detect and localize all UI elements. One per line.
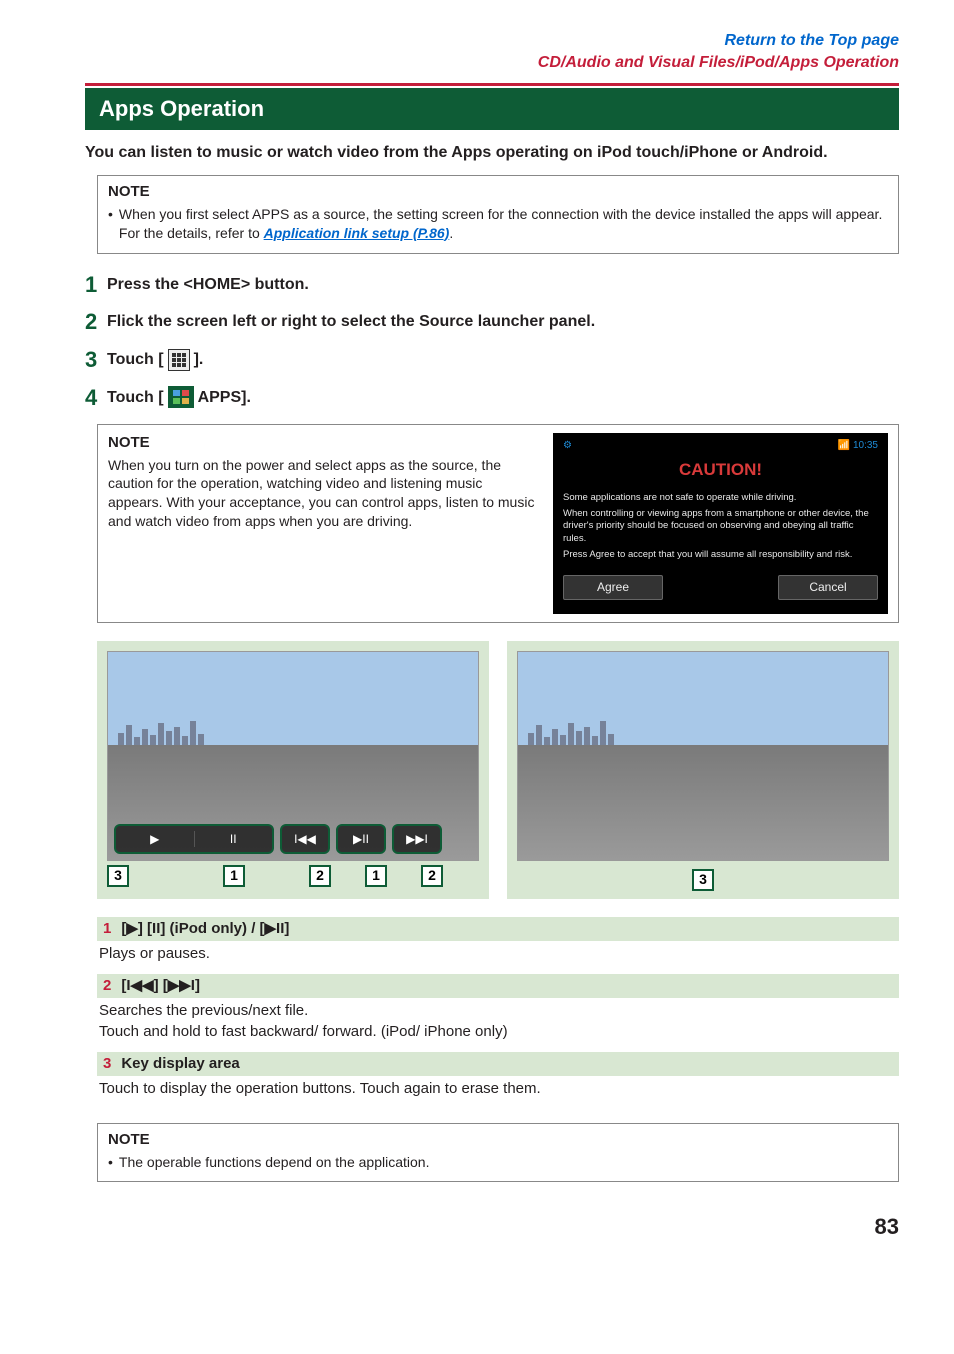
step-text-post: ].	[194, 349, 204, 371]
note-heading: NOTE	[108, 433, 539, 453]
cancel-button[interactable]: Cancel	[778, 575, 878, 599]
definitions: 1 [▶] [II] (iPod only) / [▶II] Plays or …	[97, 917, 899, 1110]
callout: 1	[223, 865, 245, 887]
breadcrumb: Return to the Top page CD/Audio and Visu…	[85, 30, 899, 73]
def-label: Key display area	[121, 1054, 239, 1074]
step-num: 2	[85, 307, 107, 337]
step-num: 3	[85, 345, 107, 375]
next-button[interactable]: ▶▶I	[392, 824, 442, 854]
step-num: 1	[85, 270, 107, 300]
step-text-pre: Touch [	[107, 349, 164, 371]
step-2: 2 Flick the screen left or right to sele…	[85, 307, 899, 337]
caution-line: Some applications are not safe to operat…	[563, 492, 878, 504]
def-body: Plays or pauses.	[97, 944, 899, 974]
grid-icon	[168, 349, 190, 371]
app-link-setup-link[interactable]: Application link setup (P.86)	[264, 225, 450, 241]
header-rule	[85, 83, 899, 86]
note1-body-post: .	[449, 225, 453, 241]
agree-button[interactable]: Agree	[563, 575, 663, 599]
caution-screenshot: ⚙ 📶 10:35 CAUTION! Some applications are…	[553, 433, 888, 613]
note1-body-pre: When you first select APPS as a source, …	[119, 206, 882, 241]
caution-line: Press Agree to accept that you will assu…	[563, 549, 878, 561]
note-heading: NOTE	[108, 1130, 888, 1150]
prev-button[interactable]: I◀◀	[280, 824, 330, 854]
intro-text: You can listen to music or watch video f…	[85, 142, 899, 164]
def-body: Searches the previous/next file. Touch a…	[97, 1001, 899, 1052]
section-path: CD/Audio and Visual Files/iPod/Apps Oper…	[538, 54, 899, 71]
callout: 3	[692, 869, 714, 891]
play-pause-split-button[interactable]: ▶ II	[114, 824, 274, 854]
play-icon: ▶	[116, 831, 194, 847]
play-pause-button[interactable]: ▶II	[336, 824, 386, 854]
step-text: Press the <HOME> button.	[107, 274, 309, 296]
callout: 2	[309, 865, 331, 887]
callout: 1	[365, 865, 387, 887]
step-text: Flick the screen left or right to select…	[107, 311, 595, 333]
def-num: 1	[103, 919, 111, 939]
step-1: 1 Press the <HOME> button.	[85, 270, 899, 300]
figure-row: ▶ II I◀◀ ▶II ▶▶I 3 1 2	[97, 641, 899, 899]
figure-left: ▶ II I◀◀ ▶II ▶▶I 3 1 2	[97, 641, 489, 899]
def-head-1: 1 [▶] [II] (iPod only) / [▶II]	[97, 917, 899, 941]
note2-body: When you turn on the power and select ap…	[108, 456, 539, 532]
step-num: 4	[85, 383, 107, 413]
step-3: 3 Touch [ ].	[85, 345, 899, 375]
step-text-post: APPS].	[198, 387, 251, 409]
callout: 3	[107, 865, 129, 887]
return-top-link[interactable]: Return to the Top page	[724, 32, 899, 49]
note-box-2: NOTE When you turn on the power and sele…	[97, 424, 899, 622]
note-heading: NOTE	[108, 182, 888, 202]
def-head-3: 3 Key display area	[97, 1052, 899, 1076]
figure-right: 3	[507, 641, 899, 899]
note-box-3: NOTE The operable functions depend on th…	[97, 1123, 899, 1182]
page-number: 83	[85, 1212, 899, 1242]
caution-title: CAUTION!	[563, 455, 878, 492]
note3-body: The operable functions depend on the app…	[119, 1153, 430, 1172]
caution-line: When controlling or viewing apps from a …	[563, 508, 878, 545]
step-text-pre: Touch [	[107, 387, 164, 409]
def-body: Touch to display the operation buttons. …	[97, 1079, 899, 1109]
def-num: 2	[103, 976, 111, 996]
pause-icon: II	[194, 831, 273, 847]
def-head-2: 2 [I◀◀] [▶▶I]	[97, 974, 899, 998]
def-num: 3	[103, 1054, 111, 1074]
callout: 2	[421, 865, 443, 887]
apps-icon	[168, 386, 194, 408]
note-box-1: NOTE When you first select APPS as a sou…	[97, 175, 899, 253]
steps-list: 1 Press the <HOME> button. 2 Flick the s…	[85, 270, 899, 413]
status-left-icon: ⚙	[563, 439, 572, 453]
step-4: 4 Touch [ APPS].	[85, 383, 899, 413]
page-title: Apps Operation	[85, 88, 899, 130]
def-label: [▶] [II] (iPod only) / [▶II]	[121, 919, 289, 939]
def-label: [I◀◀] [▶▶I]	[121, 976, 200, 996]
status-time: 📶 10:35	[838, 439, 878, 453]
